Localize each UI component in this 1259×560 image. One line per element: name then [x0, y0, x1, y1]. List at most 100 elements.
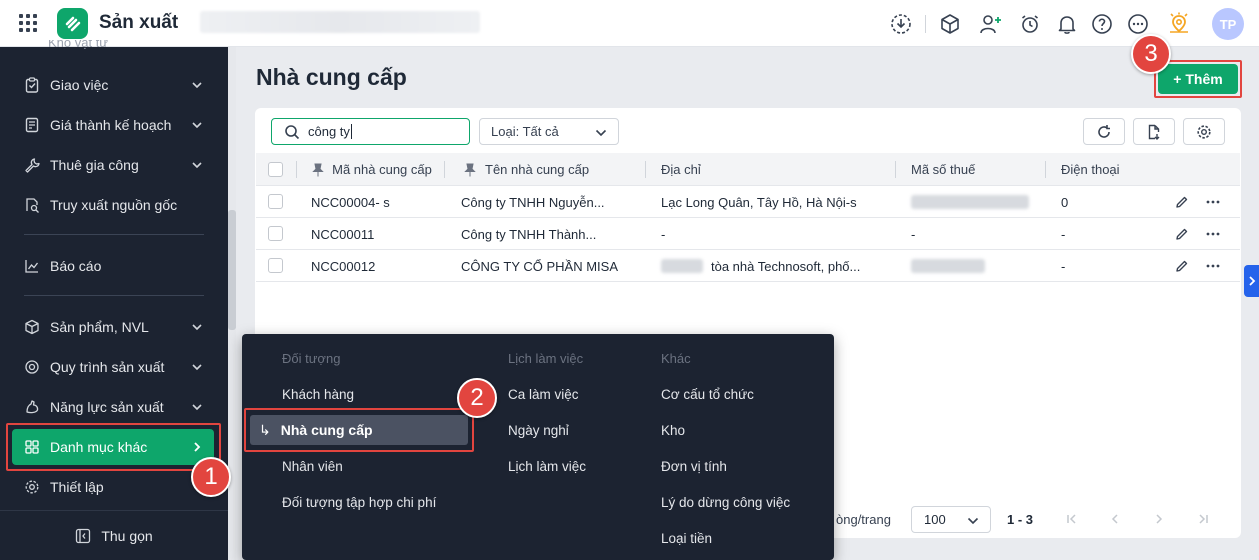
- sidebar-item-bao-cao[interactable]: Báo cáo: [12, 248, 214, 284]
- gear-icon: [1197, 124, 1211, 139]
- column-header-name[interactable]: Tên nhà cung cấp: [485, 153, 589, 186]
- more-options-icon[interactable]: [1205, 226, 1221, 242]
- row-checkbox[interactable]: [268, 258, 283, 273]
- cell-phone: -: [1061, 258, 1066, 274]
- first-page-icon[interactable]: [1064, 511, 1080, 527]
- clipboard-icon: [24, 77, 40, 93]
- cell-address: tòa nhà Technosoft, phố...: [711, 258, 861, 274]
- export-button[interactable]: [1133, 118, 1175, 145]
- menu-item-org-structure[interactable]: Cơ cấu tổ chức: [661, 387, 754, 402]
- sidebar-item-san-pham[interactable]: Sản phẩm, NVL: [12, 309, 214, 345]
- menu-item-stop-reasons[interactable]: Lý do dừng công việc: [661, 495, 790, 510]
- app-logo: [57, 8, 88, 39]
- cell-name: CÔNG TY CỔ PHẦN MISA: [461, 258, 618, 274]
- menu-item-shifts[interactable]: Ca làm việc: [508, 387, 579, 402]
- sidebar-item-giao-viec[interactable]: Giao việc: [12, 67, 214, 103]
- collapse-icon: [76, 528, 91, 543]
- edit-icon[interactable]: [1174, 194, 1190, 210]
- edit-icon[interactable]: [1174, 258, 1190, 274]
- cell-tax-redacted: [911, 186, 1029, 218]
- menu-item-cost-objects[interactable]: Đối tượng tập hợp chi phí: [282, 495, 436, 510]
- bell-icon[interactable]: [1055, 12, 1079, 36]
- cell-code: NCC00011: [311, 226, 375, 242]
- alarm-clock-icon[interactable]: [1018, 12, 1042, 36]
- chevron-down-icon: [967, 517, 979, 525]
- add-user-icon[interactable]: [979, 12, 1003, 36]
- company-selector[interactable]: [200, 11, 480, 33]
- row-checkbox[interactable]: [268, 194, 283, 209]
- app-title: Sản xuất: [99, 12, 179, 33]
- column-header-phone[interactable]: Điện thoại: [1061, 153, 1120, 186]
- export-file-icon: [1148, 124, 1160, 140]
- table-row[interactable]: NCC00012 CÔNG TY CỔ PHẦN MISA tòa nhà Te…: [256, 250, 1240, 282]
- chevron-down-icon: [595, 129, 607, 137]
- top-divider: [925, 15, 926, 33]
- sidebar-item-label: Thuê gia công: [50, 157, 139, 173]
- sidebar-item-gia-thanh[interactable]: Giá thành kế hoạch: [12, 107, 214, 143]
- column-divider: [645, 161, 646, 178]
- type-filter-select[interactable]: Loại: Tất cả: [479, 118, 619, 145]
- last-page-icon[interactable]: [1195, 511, 1211, 527]
- pin-icon[interactable]: [464, 163, 476, 177]
- menu-item-currency[interactable]: Loại tiền: [661, 531, 712, 546]
- help-icon[interactable]: [1090, 12, 1114, 36]
- sidebar-item-partial[interactable]: Kho vật tư: [48, 40, 108, 52]
- sidebar-item-truy-xuat[interactable]: Truy xuất nguồn gốc: [12, 187, 214, 223]
- menu-item-work-schedule[interactable]: Lịch làm việc: [508, 459, 586, 474]
- sidebar-item-nang-luc[interactable]: Năng lực sản xuất: [12, 389, 214, 425]
- cell-code: NCC00004- s: [311, 194, 390, 210]
- search-input[interactable]: công ty: [271, 118, 470, 145]
- wrench-icon: [24, 157, 40, 173]
- menu-header-schedule: Lịch làm việc: [508, 351, 584, 366]
- step-badge-2: 2: [457, 378, 497, 418]
- menu-item-units[interactable]: Đơn vị tính: [661, 459, 727, 474]
- prev-page-icon[interactable]: [1107, 511, 1123, 527]
- sidebar-item-thue-gia-cong[interactable]: Thuê gia công: [12, 147, 214, 183]
- cell-name: Công ty TNHH Thành...: [461, 226, 597, 242]
- more-options-icon[interactable]: [1205, 194, 1221, 210]
- page-size-select[interactable]: 100: [911, 506, 991, 533]
- location-badge-icon[interactable]: [1167, 12, 1191, 36]
- sidebar-item-quy-trinh[interactable]: Quy trình sản xuất: [12, 349, 214, 385]
- sidebar-item-thiet-lap[interactable]: Thiết lập: [12, 469, 214, 505]
- column-divider: [895, 161, 896, 178]
- type-filter-label: Loại: Tất cả: [491, 124, 559, 139]
- download-icon[interactable]: [889, 12, 913, 36]
- process-icon: [24, 359, 40, 375]
- sidebar-scroll-thumb[interactable]: [228, 210, 236, 330]
- more-options-icon[interactable]: [1205, 258, 1221, 274]
- column-header-address[interactable]: Địa chỉ: [661, 153, 701, 186]
- menu-item-customers[interactable]: Khách hàng: [282, 387, 354, 402]
- menu-item-employees[interactable]: Nhân viên: [282, 459, 343, 474]
- box-icon: [24, 319, 40, 335]
- select-all-checkbox[interactable]: [268, 162, 283, 177]
- expand-panel-tab[interactable]: [1244, 265, 1259, 297]
- column-header-code[interactable]: Mã nhà cung cấp: [332, 153, 432, 186]
- menu-item-warehouse[interactable]: Kho: [661, 423, 685, 438]
- more-apps-icon[interactable]: [1126, 12, 1150, 36]
- top-bar: Sản xuất TP: [0, 0, 1259, 47]
- sidebar-divider: [24, 295, 204, 296]
- cell-tax: -: [911, 226, 916, 242]
- column-header-tax[interactable]: Mã số thuế: [911, 153, 975, 186]
- menu-item-holidays[interactable]: Ngày nghỉ: [508, 423, 569, 438]
- table-row[interactable]: NCC00004- s Công ty TNHH Nguyễn... Lạc L…: [256, 186, 1240, 218]
- pin-icon[interactable]: [312, 163, 324, 177]
- collapse-sidebar-button[interactable]: Thu gọn: [0, 510, 228, 560]
- trace-search-icon: [24, 197, 40, 213]
- chart-icon: [24, 258, 40, 274]
- next-page-icon[interactable]: [1151, 511, 1167, 527]
- column-divider: [296, 161, 297, 178]
- user-avatar[interactable]: TP: [1212, 8, 1244, 40]
- price-doc-icon: [24, 117, 40, 133]
- package-icon[interactable]: [938, 12, 962, 36]
- settings-button[interactable]: [1183, 118, 1225, 145]
- refresh-button[interactable]: [1083, 118, 1125, 145]
- collapse-label: Thu gọn: [101, 527, 153, 544]
- table-row[interactable]: NCC00011 Công ty TNHH Thành... - - -: [256, 218, 1240, 250]
- page-title: Nhà cung cấp: [256, 64, 407, 90]
- app-launcher-icon[interactable]: [19, 14, 37, 32]
- row-checkbox[interactable]: [268, 226, 283, 241]
- edit-icon[interactable]: [1174, 226, 1190, 242]
- chevron-down-icon: [192, 82, 202, 89]
